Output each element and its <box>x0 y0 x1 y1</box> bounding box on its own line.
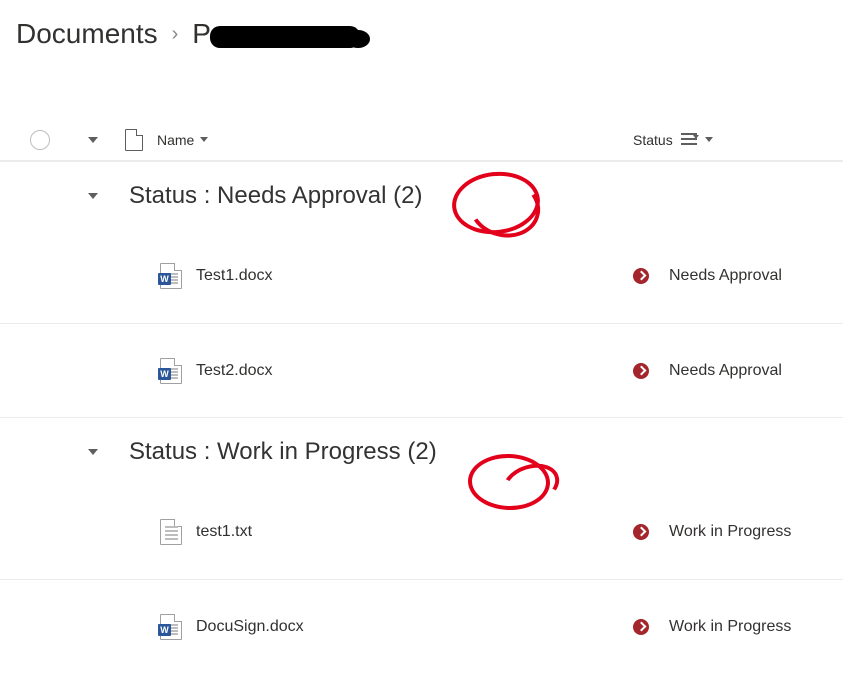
file-type-icon <box>125 129 143 151</box>
chevron-right-icon: › <box>172 23 179 46</box>
select-all-circle-icon[interactable] <box>30 130 50 150</box>
file-status-label: Work in Progress <box>669 618 791 636</box>
file-name[interactable]: test1.txt <box>196 523 633 541</box>
word-file-icon: W <box>160 358 182 384</box>
type-column-header[interactable] <box>111 129 157 151</box>
breadcrumb-current-label: P <box>192 18 211 49</box>
group-label-prefix: Status : <box>129 438 217 465</box>
breadcrumb-root[interactable]: Documents <box>16 18 158 50</box>
group-count: (2) <box>393 182 422 209</box>
document-list: Name Status Status : Needs Approval (2) … <box>0 118 843 673</box>
file-name[interactable]: DocuSign.docx <box>196 618 633 636</box>
status-column-label: Status <box>633 132 673 148</box>
group-header-needs-approval[interactable]: Status : Needs Approval (2) <box>0 161 843 229</box>
breadcrumb-current: P <box>192 18 211 50</box>
file-row[interactable]: W Test2.docx Needs Approval <box>0 323 843 417</box>
file-status-label: Needs Approval <box>669 267 782 285</box>
file-row[interactable]: W Test1.docx Needs Approval <box>0 229 843 323</box>
word-file-icon: W <box>160 614 182 640</box>
expand-all-column[interactable] <box>75 137 111 143</box>
chevron-down-icon <box>200 137 208 142</box>
select-all-column[interactable] <box>30 130 75 150</box>
file-name[interactable]: Test1.docx <box>196 267 633 285</box>
file-name[interactable]: Test2.docx <box>196 362 633 380</box>
breadcrumb: Documents › P <box>0 0 843 60</box>
redaction-mark <box>210 26 360 48</box>
name-column-label: Name <box>157 132 194 148</box>
group-label-value: Work in Progress <box>217 438 401 465</box>
group-label: Status : Work in Progress (2) <box>129 438 437 466</box>
group-header-work-in-progress[interactable]: Status : Work in Progress (2) <box>0 417 843 485</box>
status-column-header[interactable]: Status <box>633 132 833 148</box>
file-row[interactable]: W DocuSign.docx Work in Progress <box>0 579 843 673</box>
text-file-icon <box>160 519 182 545</box>
group-label-prefix: Status : <box>129 182 217 209</box>
chevron-down-icon <box>88 449 98 455</box>
status-blocked-icon <box>633 524 649 540</box>
chevron-down-icon <box>88 137 98 143</box>
group-label-value: Needs Approval <box>217 182 386 209</box>
group-label: Status : Needs Approval (2) <box>129 182 423 210</box>
group-count-value: 2 <box>401 182 414 209</box>
file-row[interactable]: test1.txt Work in Progress <box>0 485 843 579</box>
status-blocked-icon <box>633 268 649 284</box>
group-count-value: 2 <box>415 438 428 465</box>
status-blocked-icon <box>633 619 649 635</box>
chevron-down-icon <box>88 193 98 199</box>
group-count: (2) <box>407 438 436 465</box>
group-by-icon <box>681 133 697 147</box>
file-status-label: Needs Approval <box>669 362 782 380</box>
chevron-down-icon <box>705 137 713 142</box>
word-file-icon: W <box>160 263 182 289</box>
status-blocked-icon <box>633 363 649 379</box>
file-status-label: Work in Progress <box>669 523 791 541</box>
name-column-header[interactable]: Name <box>157 132 633 148</box>
column-header-row: Name Status <box>0 119 843 161</box>
